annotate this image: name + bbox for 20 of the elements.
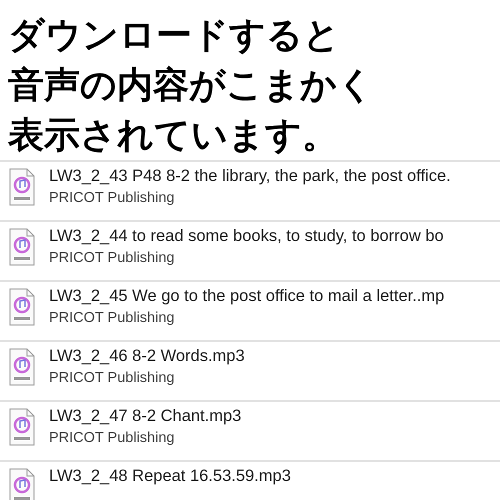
mp3-file-icon [9,468,35,500]
caption-line: ダウンロードすると [8,13,340,57]
caption-line: 音声の内容がこまかく [8,63,374,107]
artist-name: PRICOT Publishing [49,189,174,208]
track-title: LW3_2_46 8-2 Words.mp3 [49,346,245,367]
track-title: LW3_2_45 We go to the post office to mail a letter..mp [49,286,444,307]
track-title: LW3_2_44 to read some books, to study, to borrow bo [49,226,444,247]
mp3-file-icon [9,228,35,266]
mp3-file-icon [9,168,35,206]
track-title: LW3_2_43 P48 8-2 the library, the park, the post office. [49,166,451,187]
artist-name: PRICOT Publishing [49,309,174,328]
artist-name: PRICOT Publishing [49,369,174,388]
track-title: LW3_2_48 Repeat 16.53.59.mp3 [49,466,291,487]
mp3-file-icon [9,348,35,386]
caption-line: 表示されています。 [8,113,338,157]
artist-name: PRICOT Publishing [49,249,174,268]
mp3-file-icon [9,408,35,446]
artist-name: PRICOT Publishing [49,429,174,448]
track-title: LW3_2_47 8-2 Chant.mp3 [49,406,242,427]
mp3-file-icon [9,288,35,326]
